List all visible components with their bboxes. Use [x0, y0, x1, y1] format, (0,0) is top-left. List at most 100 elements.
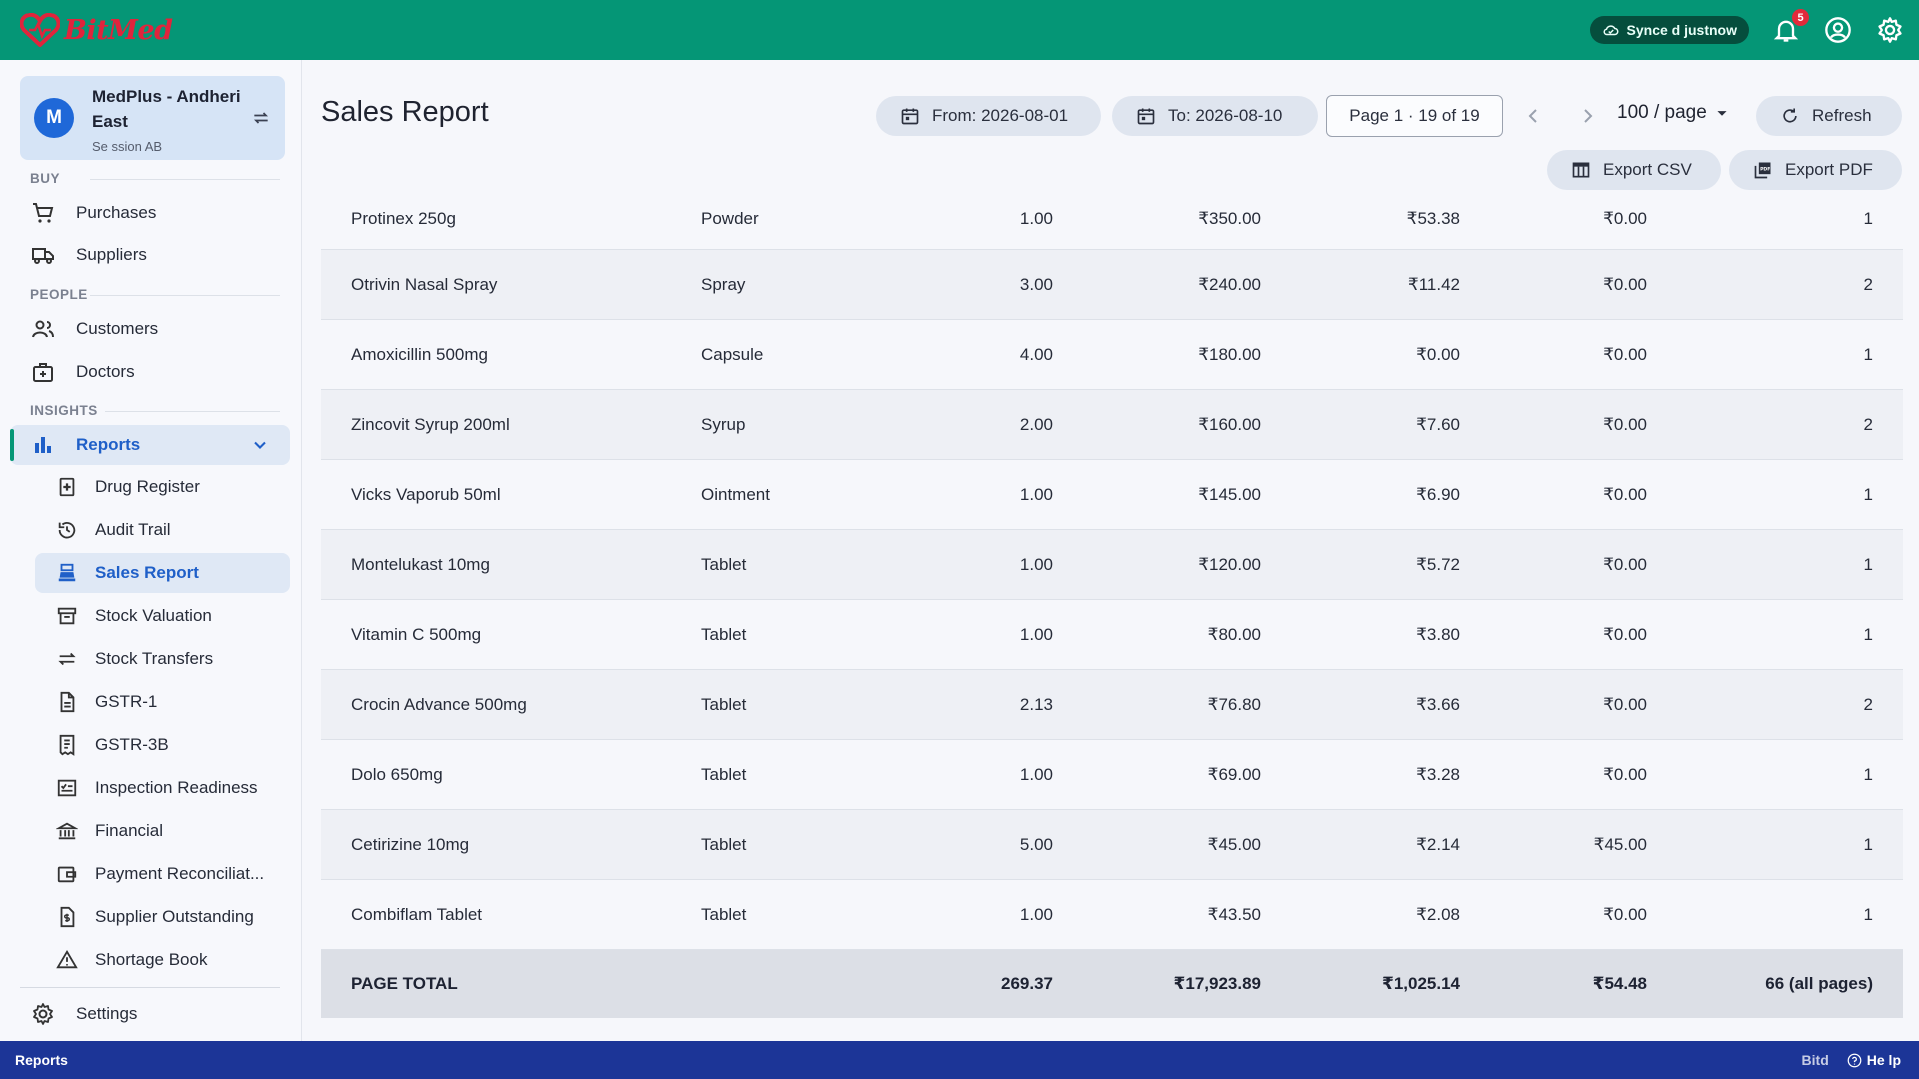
sidebar-item-label: Purchases: [76, 203, 157, 222]
svg-text:PDF: PDF: [1760, 166, 1770, 172]
product-name-cell: Cetirizine 10mg: [351, 834, 470, 854]
bills-cell: 1: [1863, 834, 1873, 854]
bills-cell: 1: [1863, 208, 1873, 228]
table-row[interactable]: Zincovit Syrup 200ml Syrup 2.00 ₹160.00 ₹7.6…: [321, 390, 1903, 460]
cart-icon: [33, 203, 54, 223]
sidebar: M MedPlus - Andheri East Se ssion AB BUY…: [0, 60, 302, 1041]
total-label: PAGE TOTAL: [351, 974, 458, 993]
sidebar-item-label: Settings: [76, 1004, 138, 1023]
product-name-cell: Montelukast 10mg: [351, 554, 490, 574]
store-switcher[interactable]: M MedPlus - Andheri East Se ssion AB: [20, 76, 285, 160]
quantity-cell: 2.13: [1019, 694, 1053, 714]
invoice-dollar-icon: [60, 906, 75, 928]
product-name-cell: Vicks Vaporub 50ml: [351, 484, 501, 504]
table-row[interactable]: Protinex 250g Powder 1.00 ₹350.00 ₹53.38 ₹0.0…: [321, 188, 1903, 250]
receipt-icon: [59, 734, 75, 756]
sidebar-item-label: Doctors: [76, 362, 135, 381]
sidebar-item-suppliers[interactable]: Suppliers: [20, 235, 290, 275]
checklist-icon: [57, 779, 77, 797]
discount-cell: ₹0.00: [1603, 694, 1647, 714]
quantity-cell: 1.00: [1019, 904, 1053, 924]
table-row[interactable]: Vitamin C 500mg Tablet 1.00 ₹80.00 ₹3.80 ₹0.0…: [321, 600, 1903, 670]
sync-status-pill[interactable]: Synce d justnow: [1589, 16, 1749, 44]
total-discount: ₹54.48: [1592, 974, 1647, 993]
dosage-form-cell: Tablet: [701, 834, 747, 854]
amount-cell: ₹120.00: [1198, 554, 1261, 574]
gst-cell: ₹5.72: [1416, 554, 1460, 574]
dosage-form-cell: Tablet: [701, 554, 747, 574]
sidebar-item-label: GSTR-1: [95, 692, 158, 711]
quantity-cell: 5.00: [1019, 834, 1053, 854]
main-content: Sales Report From: 2026-08-01 To: 2026-0…: [303, 60, 1919, 1041]
table-row[interactable]: Cetirizine 10mg Tablet 5.00 ₹45.00 ₹2.14 ₹45.…: [321, 810, 1903, 880]
notifications-button[interactable]: 5: [1771, 9, 1809, 45]
product-name-cell: Zincovit Syrup 200ml: [351, 414, 510, 434]
app-logo[interactable]: BitMed: [20, 13, 173, 47]
table-row[interactable]: Dolo 650mg Tablet 1.00 ₹69.00 ₹3.28 ₹0.00 1: [321, 740, 1903, 810]
dosage-form-cell: Powder: [701, 208, 759, 228]
product-name-cell: Crocin Advance 500mg: [351, 694, 527, 714]
sidebar-item-financial[interactable]: Financial: [35, 811, 290, 851]
top-bar: BitMed Synce d justnow 5: [0, 0, 1919, 60]
status-bar: Reports Bitd He lp: [0, 1041, 1919, 1079]
sidebar-item-label: Suppliers: [76, 245, 147, 264]
document-icon: [60, 691, 75, 713]
sidebar-item-gstr-1[interactable]: GSTR-1: [35, 682, 290, 722]
table-row[interactable]: Combiflam Tablet Tablet 1.00 ₹43.50 ₹2.08 ₹0.…: [321, 880, 1903, 950]
table-row[interactable]: Amoxicillin 500mg Capsule 4.00 ₹180.00 ₹0.00…: [321, 320, 1903, 390]
caret-down-icon: [1717, 111, 1727, 116]
sidebar-item-reports[interactable]: Reports: [10, 425, 290, 465]
sidebar-item-label: Payment Reconciliat...: [95, 864, 265, 883]
per-page-select[interactable]: 100 / page: [1617, 102, 1733, 124]
refresh-button[interactable]: Refresh: [1756, 96, 1902, 136]
dosage-form-cell: Ointment: [701, 484, 770, 504]
section-label-people: PEOPLE: [30, 287, 88, 302]
sidebar-item-stock-transfers[interactable]: Stock Transfers: [35, 639, 290, 679]
total-quantity: 269.37: [1001, 974, 1053, 993]
table-row[interactable]: Vicks Vaporub 50ml Ointment 1.00 ₹145.00 ₹6.…: [321, 460, 1903, 530]
sidebar-item-stock-valuation[interactable]: Stock Valuation: [35, 596, 290, 636]
sidebar-item-doctors[interactable]: Doctors: [20, 352, 290, 392]
swap-icon[interactable]: [251, 108, 271, 128]
sidebar-item-label: Shortage Book: [95, 950, 208, 969]
page-title: Sales Report: [321, 96, 489, 128]
sidebar-item-inspection-readiness[interactable]: Inspection Readiness: [35, 768, 290, 808]
table-row[interactable]: Montelukast 10mg Tablet 1.00 ₹120.00 ₹5.72 ₹0…: [321, 530, 1903, 600]
from-date-picker[interactable]: From: 2026-08-01: [876, 96, 1101, 136]
sidebar-item-purchases[interactable]: Purchases: [20, 193, 290, 233]
gst-cell: ₹2.08: [1416, 904, 1460, 924]
status-bar-build: Bitd: [1801, 1052, 1829, 1068]
chevron-right-icon[interactable]: [1576, 104, 1600, 128]
sidebar-item-settings[interactable]: Settings: [20, 994, 290, 1034]
sidebar-item-payment-reconciliation[interactable]: Payment Reconciliat...: [35, 854, 290, 894]
amount-cell: ₹240.00: [1198, 274, 1261, 294]
sidebar-item-customers[interactable]: Customers: [20, 309, 290, 349]
sidebar-item-gstr-3b[interactable]: GSTR-3B: [35, 725, 290, 765]
account-button[interactable]: [1823, 15, 1853, 45]
divider: [90, 295, 280, 296]
history-icon: [58, 521, 76, 539]
sidebar-item-shortage-book[interactable]: Shortage Book: [35, 940, 290, 980]
to-date-picker[interactable]: To: 2026-08-10: [1112, 96, 1318, 136]
product-name-cell: Protinex 250g: [351, 208, 456, 228]
table-row[interactable]: Otrivin Nasal Spray Spray 3.00 ₹240.00 ₹11.4…: [321, 250, 1903, 320]
export-csv-button[interactable]: Export CSV: [1547, 150, 1721, 190]
to-date-label: To: 2026-08-10: [1168, 106, 1283, 125]
gst-cell: ₹11.42: [1407, 274, 1460, 294]
discount-cell: ₹0.00: [1603, 344, 1647, 364]
sidebar-item-audit-trail[interactable]: Audit Trail: [35, 510, 290, 550]
sidebar-item-drug-register[interactable]: Drug Register: [35, 467, 290, 507]
sidebar-item-sales-report[interactable]: Sales Report: [35, 553, 290, 593]
export-pdf-button[interactable]: PDF Export PDF: [1729, 150, 1902, 190]
heart-logo-icon: [20, 13, 60, 47]
table-row[interactable]: Crocin Advance 500mg Tablet 2.13 ₹76.80 ₹3.6…: [321, 670, 1903, 740]
chevron-left-icon[interactable]: [1521, 104, 1545, 128]
product-name-cell: Otrivin Nasal Spray: [351, 274, 498, 294]
medical-book-icon: [59, 477, 75, 497]
sidebar-item-supplier-outstanding[interactable]: Supplier Outstanding: [35, 897, 290, 937]
settings-button[interactable]: [1875, 15, 1905, 45]
amount-cell: ₹43.50: [1207, 904, 1261, 924]
quantity-cell: 1.00: [1019, 208, 1053, 228]
from-date-label: From: 2026-08-01: [932, 106, 1069, 125]
help-link[interactable]: He lp: [1847, 1052, 1901, 1068]
